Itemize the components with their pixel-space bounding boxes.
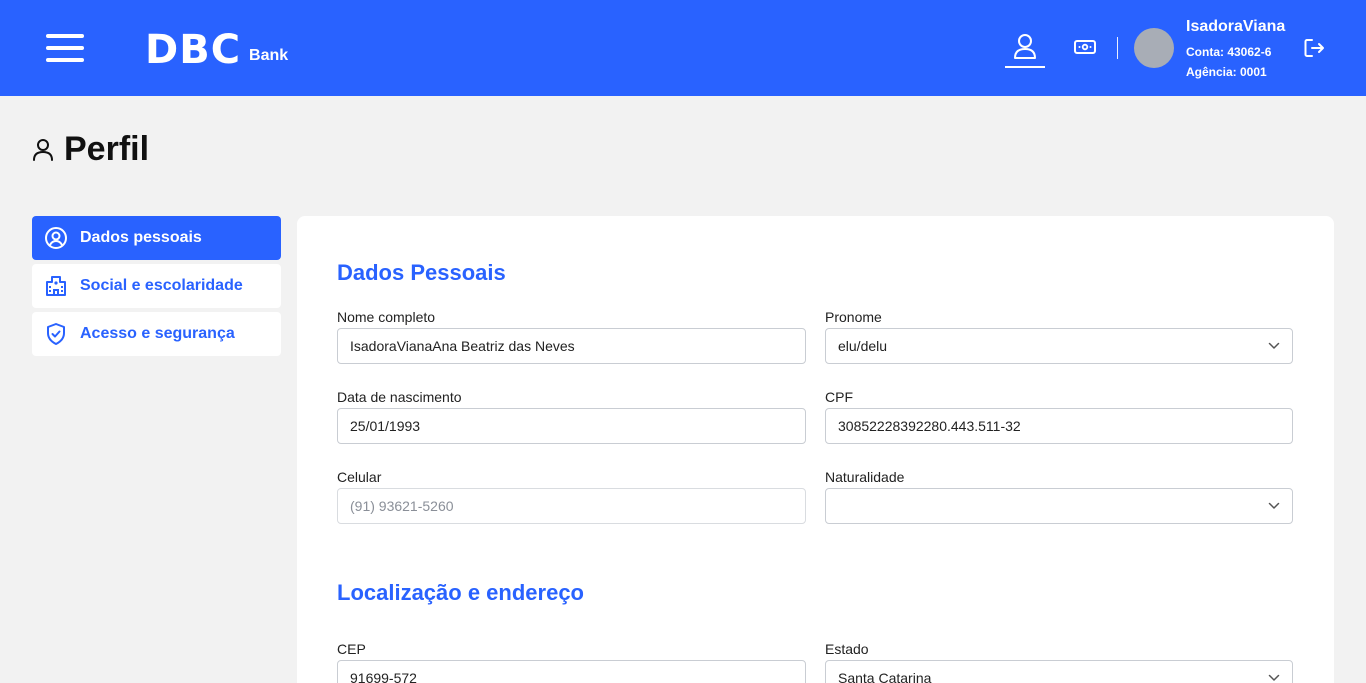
birth-date-value: 25/01/1993 — [350, 418, 421, 434]
pronoun-select[interactable]: elu/delu — [825, 328, 1293, 364]
menu-icon[interactable] — [46, 34, 84, 62]
section-title-localizacao: Localização e endereço — [337, 580, 584, 605]
page-header: Perfil — [32, 130, 149, 169]
form-card: Dados Pessoais Nome completo IsadoraVian… — [297, 216, 1334, 683]
birth-date-label: Data de nascimento — [337, 389, 462, 405]
birthplace-select[interactable] — [825, 488, 1293, 524]
state-select[interactable]: Santa Catarina — [825, 660, 1293, 683]
sidebar-item-label: Dados pessoais — [80, 229, 202, 246]
logout-button[interactable] — [1303, 37, 1325, 59]
full-name-input[interactable]: IsadoraVianaAna Beatriz das Neves — [337, 328, 806, 364]
user-circle-icon — [45, 227, 67, 249]
cep-value: 91699-572 — [350, 670, 417, 683]
sidebar-item-acesso-seguranca[interactable]: Acesso e segurança — [32, 312, 281, 356]
nav-profile-button[interactable] — [1005, 32, 1045, 68]
phone-label: Celular — [337, 469, 382, 485]
full-name-label: Nome completo — [337, 309, 436, 325]
pronoun-value: elu/delu — [838, 338, 888, 354]
shield-check-icon — [47, 323, 65, 345]
top-bar: DBC Bank IsadoraViana Conta: 43062-6 Agê… — [0, 0, 1366, 96]
nav-money-button[interactable] — [1073, 36, 1097, 58]
sidebar-item-label: Acesso e segurança — [80, 325, 235, 342]
logout-icon — [1304, 39, 1324, 57]
state-label: Estado — [825, 641, 869, 657]
birth-date-input[interactable]: 25/01/1993 — [337, 408, 806, 444]
user-agency: Agência: 0001 — [1186, 65, 1267, 79]
avatar[interactable] — [1134, 28, 1174, 68]
pronoun-label: Pronome — [825, 309, 882, 325]
logo-sub: Bank — [249, 47, 289, 64]
active-underline — [1005, 66, 1045, 68]
chevron-down-icon — [1268, 674, 1280, 681]
sidebar-item-social-escolaridade[interactable]: Social e escolaridade — [32, 264, 281, 308]
full-name-value: IsadoraVianaAna Beatriz das Neves — [350, 338, 575, 354]
chevron-down-icon — [1268, 502, 1280, 509]
user-outline-icon — [33, 138, 53, 161]
phone-input[interactable]: (91) 93621-5260 — [337, 488, 806, 524]
logo[interactable]: DBC Bank — [145, 27, 289, 73]
cpf-label: CPF — [825, 389, 853, 405]
birthplace-label: Naturalidade — [825, 469, 905, 485]
state-value: Santa Catarina — [838, 670, 932, 683]
cep-label: CEP — [337, 641, 366, 657]
user-name: IsadoraViana — [1186, 18, 1286, 35]
cep-input[interactable]: 91699-572 — [337, 660, 806, 683]
money-icon — [1074, 40, 1096, 54]
page-title: Perfil — [64, 130, 150, 168]
section-title-dados-pessoais: Dados Pessoais — [337, 260, 506, 285]
sidebar-item-dados-pessoais[interactable]: Dados pessoais — [32, 216, 281, 260]
building-icon — [46, 276, 66, 296]
header-divider — [1117, 37, 1118, 59]
cpf-value: 30852228392280.443.511-32 — [838, 418, 1021, 434]
user-account: Conta: 43062-6 — [1186, 45, 1272, 59]
chevron-down-icon — [1268, 342, 1280, 349]
logo-main: DBC — [145, 27, 242, 73]
user-icon — [1014, 34, 1036, 59]
phone-value: (91) 93621-5260 — [350, 498, 454, 514]
cpf-input[interactable]: 30852228392280.443.511-32 — [825, 408, 1293, 444]
sidebar-item-label: Social e escolaridade — [80, 277, 243, 294]
